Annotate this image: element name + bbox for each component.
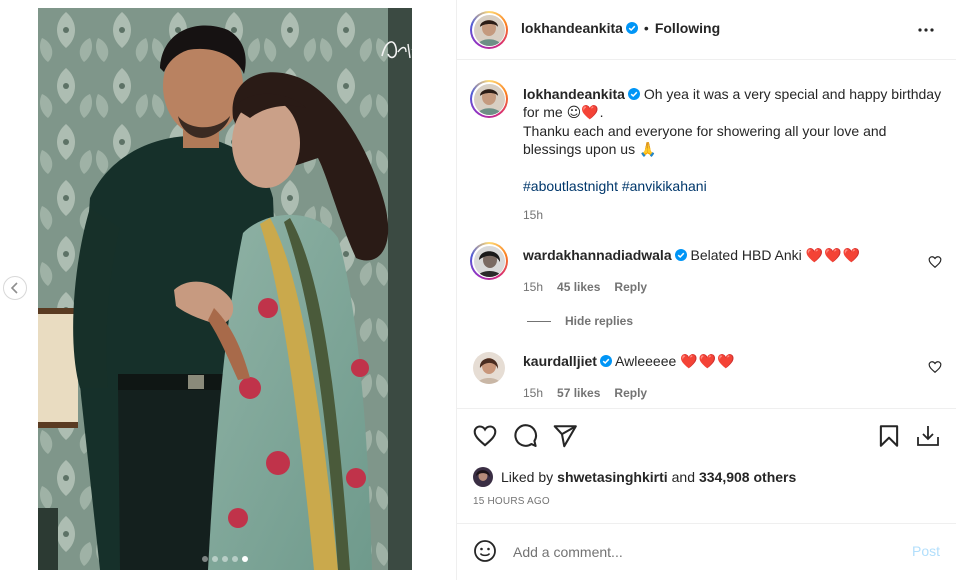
carousel-dot [232, 556, 238, 562]
heart-icon[interactable] [472, 423, 498, 449]
like-comment-heart-icon[interactable] [928, 360, 942, 374]
avatar-photo [473, 83, 505, 115]
more-icon[interactable] [916, 22, 936, 38]
reply-button[interactable]: Reply [614, 280, 647, 294]
comment-time[interactable]: 15h [523, 280, 543, 294]
heart-emoji: ❤️ [581, 105, 600, 121]
caption-hashtags[interactable]: #aboutlastnight #anvikikahani [523, 177, 943, 195]
comment-likes[interactable]: 57 likes [557, 386, 600, 400]
post-button[interactable]: Post [912, 543, 940, 559]
comment-text: Awleeeee [615, 353, 677, 369]
avatar-photo [473, 467, 493, 487]
comment-avatar[interactable] [470, 242, 508, 280]
comment-username[interactable]: kaurdalljiet [523, 353, 597, 369]
verified-icon [674, 249, 687, 261]
comment-time[interactable]: 15h [523, 386, 543, 400]
verified-icon [625, 22, 638, 34]
download-icon[interactable] [915, 423, 941, 449]
bookmark-icon[interactable] [876, 423, 902, 449]
hide-replies-button[interactable]: Hide replies [527, 314, 633, 328]
smile-emoji: ☺ [566, 105, 582, 121]
hearts-emoji: ❤️❤️❤️ [680, 354, 736, 370]
post-timestamp[interactable]: 15 HOURS AGO [473, 496, 550, 507]
photo-illustration [38, 8, 412, 570]
caption-text-line2: for me [523, 104, 567, 120]
like-comment-heart-icon[interactable] [928, 255, 942, 269]
share-icon[interactable] [552, 423, 578, 449]
carousel-dot [202, 556, 208, 562]
post-modal: lokhandeankita • Following lokhandeankit… [0, 0, 956, 580]
chevron-left-icon [10, 282, 18, 294]
comment-icon[interactable] [512, 423, 538, 449]
caption: lokhandeankita Oh yea it was a very spec… [523, 85, 943, 195]
caption-username[interactable]: lokhandeankita [523, 86, 625, 102]
comment-username[interactable]: wardakhannadiadwala [523, 247, 672, 263]
comment-text: Belated HBD Anki [690, 247, 802, 263]
comments-list[interactable]: lokhandeankita Oh yea it was a very spec… [457, 60, 956, 408]
liked-by-user[interactable]: shwetasinghkirti [557, 469, 667, 485]
avatar-photo [473, 14, 505, 46]
reply-button[interactable]: Reply [614, 386, 647, 400]
caption-time[interactable]: 15h [523, 208, 543, 222]
add-comment-bar: Post [457, 523, 956, 580]
carousel-dot-active [242, 556, 248, 562]
hide-replies-label: Hide replies [565, 314, 634, 328]
pray-emoji: 🙏 [638, 142, 657, 158]
liked-by-and: and [671, 469, 695, 485]
comment-input[interactable] [511, 541, 895, 563]
caption-meta: 15h [523, 208, 543, 222]
verified-icon [599, 355, 612, 367]
author-username[interactable]: lokhandeankita [521, 20, 623, 36]
comment-item: wardakhannadiadwala Belated HBD Anki ❤️❤… [523, 246, 861, 265]
verified-icon [627, 88, 640, 100]
comment-meta: 15h 57 likes Reply [523, 386, 647, 400]
post-photo[interactable] [38, 8, 412, 570]
liked-by-others[interactable]: 334,908 others [699, 469, 796, 485]
caption-text-line1: Oh yea it was a very special and happy b… [643, 86, 942, 102]
comment-likes[interactable]: 45 likes [557, 280, 600, 294]
comment-item: kaurdalljiet Awleeeee ❤️❤️❤️ [523, 352, 735, 371]
caption-avatar[interactable] [470, 80, 508, 118]
carousel-dots [38, 556, 412, 562]
carousel-prev-button[interactable] [3, 276, 27, 300]
post-header: lokhandeankita • Following [457, 0, 956, 60]
media-area [0, 0, 456, 580]
liker-avatar[interactable] [473, 467, 493, 487]
hearts-emoji: ❤️❤️❤️ [805, 248, 861, 264]
carousel-dot [212, 556, 218, 562]
caption-text-line4: blessings upon us [523, 141, 639, 157]
photographer-logo [381, 41, 412, 59]
separator-dot: • [643, 20, 649, 36]
divider-line [527, 320, 551, 322]
liked-by-prefix: Liked by [501, 469, 554, 485]
emoji-icon[interactable] [473, 539, 497, 563]
following-button[interactable]: Following [655, 20, 720, 36]
comment-meta: 15h 45 likes Reply [523, 280, 647, 294]
avatar-photo [473, 352, 505, 384]
avatar-photo [473, 245, 505, 277]
caption-text-line3: Thanku each and everyone for showering a… [523, 123, 887, 139]
liked-by: Liked by shwetasinghkirti and 334,908 ot… [473, 467, 800, 487]
comment-avatar[interactable] [473, 352, 505, 384]
post-details-panel: lokhandeankita • Following lokhandeankit… [456, 0, 956, 580]
author-avatar[interactable] [470, 11, 508, 49]
caption-period: . [599, 104, 604, 120]
carousel-dot [222, 556, 228, 562]
